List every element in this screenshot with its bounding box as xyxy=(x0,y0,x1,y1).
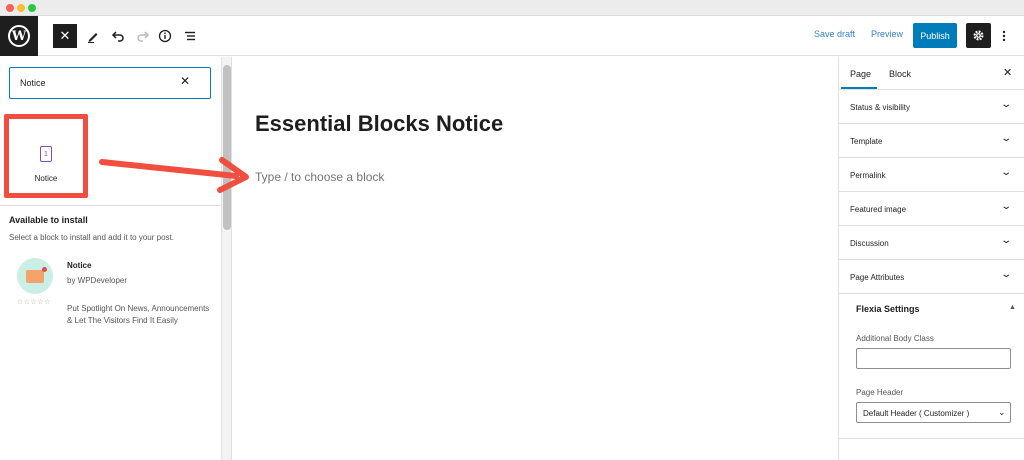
scrollbar-thumb[interactable] xyxy=(223,65,231,230)
panel-page-attributes[interactable]: Page Attributes ⌄ xyxy=(839,260,1024,294)
settings-sidebar: Page Block ✕ Status & visibility ⌄ Templ… xyxy=(838,57,1024,460)
available-to-install-description: Select a block to install and add it to … xyxy=(9,233,174,242)
chevron-down-icon: ⌄ xyxy=(1000,235,1013,246)
block-inserter-panel: Notice ✕ 1 Notice Available to install S… xyxy=(0,57,222,460)
redo-button[interactable] xyxy=(131,24,155,48)
block-result-notice[interactable]: 1 Notice xyxy=(4,114,88,198)
editor-canvas: Essential Blocks Notice Type / to choose… xyxy=(233,57,838,460)
gear-icon xyxy=(973,30,984,41)
plugin-name[interactable]: Notice xyxy=(67,261,91,270)
block-result-label: Notice xyxy=(34,174,58,183)
sidebar-tabs: Page Block ✕ xyxy=(839,57,1024,90)
chevron-down-icon: ⌄ xyxy=(1000,201,1013,212)
plugin-author: by WPDeveloper xyxy=(67,276,128,285)
panel-permalink[interactable]: Permalink ⌄ xyxy=(839,158,1024,192)
publish-button[interactable]: Publish xyxy=(913,23,957,48)
list-view-button[interactable] xyxy=(178,24,202,48)
page-header-value: Default Header ( Customizer ) xyxy=(863,409,970,418)
inserter-scrollbar[interactable] xyxy=(222,57,232,460)
search-value: Notice xyxy=(20,78,46,88)
chevron-down-icon: ⌄ xyxy=(1000,99,1013,110)
divider xyxy=(0,205,222,206)
notice-icon: 1 xyxy=(40,146,52,162)
post-title[interactable]: Essential Blocks Notice xyxy=(255,111,503,137)
list-view-icon xyxy=(185,31,195,41)
plugin-description: Put Spotlight On News, Announcements & L… xyxy=(67,304,210,325)
plugin-rating-stars: ☆☆☆☆☆ xyxy=(17,299,51,306)
available-to-install-heading: Available to install xyxy=(9,215,88,225)
panel-template[interactable]: Template ⌄ xyxy=(839,124,1024,158)
chevron-down-icon: ⌄ xyxy=(1000,269,1013,280)
tab-block[interactable]: Block xyxy=(889,69,911,79)
page-header-select[interactable]: Default Header ( Customizer ) ⌄ xyxy=(856,402,1011,423)
page-header-label: Page Header xyxy=(856,388,904,397)
wordpress-icon: W xyxy=(8,25,30,47)
clear-search-icon[interactable]: ✕ xyxy=(180,74,190,88)
close-icon: ✕ xyxy=(59,28,71,43)
plugin-notice-icon[interactable] xyxy=(17,258,53,294)
tab-page[interactable]: Page xyxy=(850,69,871,79)
panel-label: Page Attributes xyxy=(850,273,905,282)
maximize-window-dot[interactable] xyxy=(28,4,36,12)
panel-status-visibility[interactable]: Status & visibility ⌄ xyxy=(839,90,1024,124)
close-sidebar-icon[interactable]: ✕ xyxy=(1003,66,1012,79)
panel-label: Permalink xyxy=(850,171,886,180)
editor-toolbar: W ✕ Save draft Preview Publish xyxy=(0,16,1024,56)
window-titlebar xyxy=(0,0,1024,16)
panel-flexia-settings: Flexia Settings ▲ Additional Body Class … xyxy=(839,294,1024,439)
collapse-up-icon[interactable]: ▲ xyxy=(1009,304,1016,311)
block-search-input[interactable]: Notice ✕ xyxy=(9,67,211,99)
body-class-input[interactable] xyxy=(856,348,1011,369)
info-icon xyxy=(158,29,172,43)
settings-button[interactable] xyxy=(966,23,991,48)
wordpress-logo-button[interactable]: W xyxy=(0,16,38,56)
active-tab-indicator xyxy=(841,87,877,89)
chevron-down-icon: ⌄ xyxy=(1000,133,1013,144)
chevron-down-icon: ⌄ xyxy=(998,407,1006,417)
tools-button[interactable] xyxy=(81,24,105,48)
more-vertical-icon xyxy=(1002,30,1006,41)
chevron-down-icon: ⌄ xyxy=(1000,167,1013,178)
details-button[interactable] xyxy=(153,24,177,48)
body-class-label: Additional Body Class xyxy=(856,334,934,343)
block-appender-placeholder[interactable]: Type / to choose a block xyxy=(255,170,384,184)
undo-button[interactable] xyxy=(106,24,130,48)
editor-window: W ✕ Save draft Preview Publish Notice ✕ … xyxy=(0,0,1024,460)
panel-label: Status & visibility xyxy=(850,103,911,112)
redo-icon xyxy=(137,31,150,42)
close-inserter-button[interactable]: ✕ xyxy=(53,24,77,48)
panel-label: Template xyxy=(850,137,883,146)
minimize-window-dot[interactable] xyxy=(17,4,25,12)
more-options-button[interactable] xyxy=(997,23,1011,48)
flexia-settings-title[interactable]: Flexia Settings xyxy=(856,304,920,314)
save-draft-button[interactable]: Save draft xyxy=(814,29,855,39)
preview-button[interactable]: Preview xyxy=(871,29,903,39)
panel-featured-image[interactable]: Featured image ⌄ xyxy=(839,192,1024,226)
panel-label: Discussion xyxy=(850,239,889,248)
panel-discussion[interactable]: Discussion ⌄ xyxy=(839,226,1024,260)
panel-label: Featured image xyxy=(850,205,907,214)
undo-icon xyxy=(111,31,124,42)
close-window-dot[interactable] xyxy=(6,4,14,12)
pencil-icon xyxy=(88,33,98,43)
